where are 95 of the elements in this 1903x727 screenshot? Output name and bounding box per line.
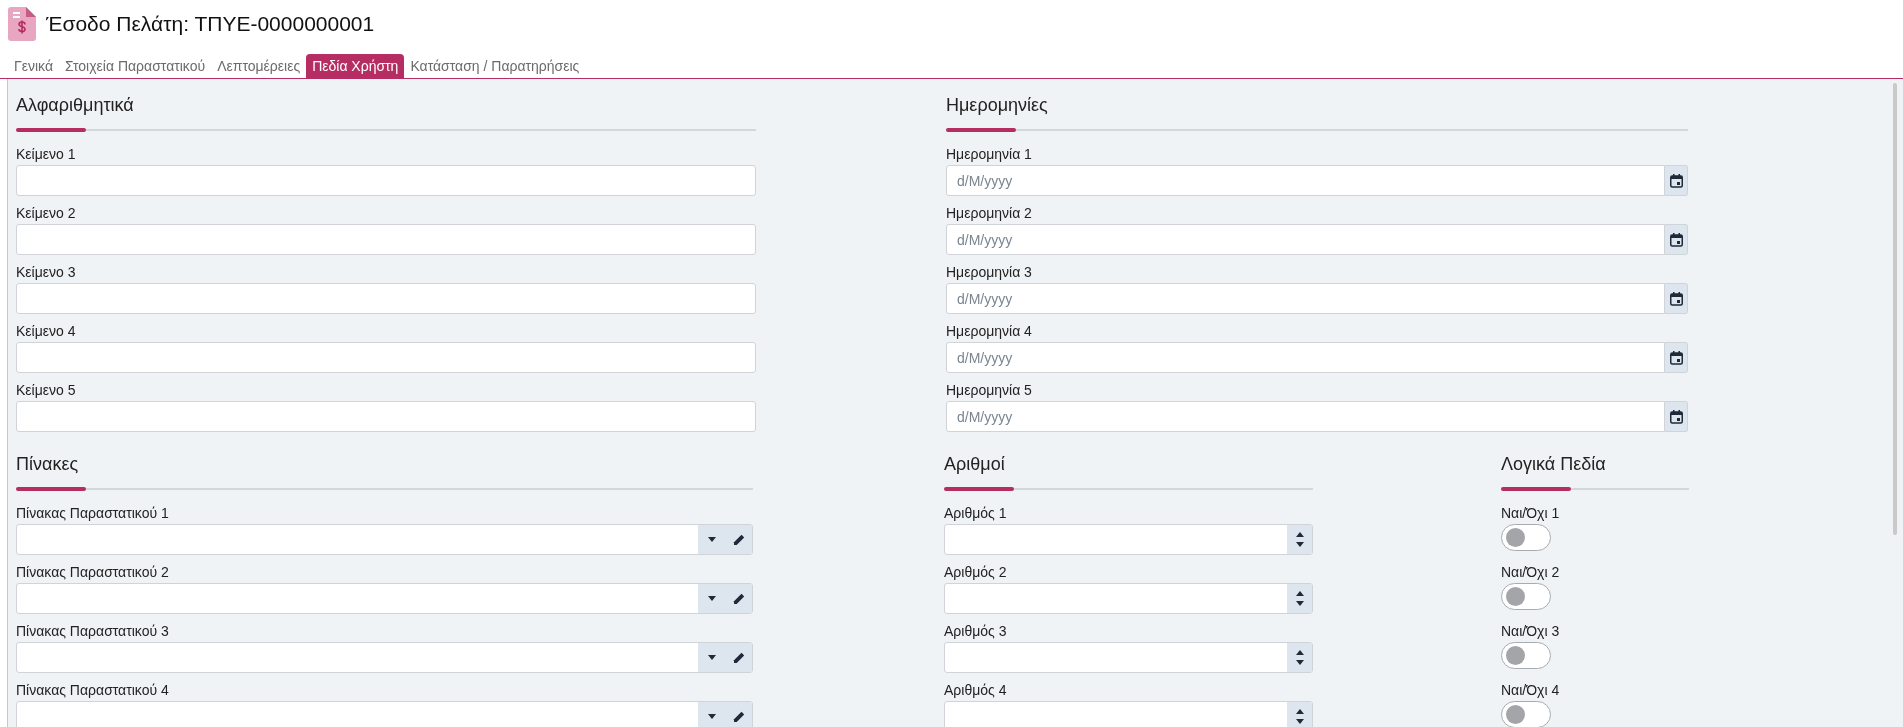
text-field[interactable] — [16, 224, 756, 255]
dropdown-button[interactable] — [698, 643, 725, 672]
tab[interactable]: Στοιχεία Παραστατικού — [59, 54, 212, 78]
field-label: Κείμενο 2 — [16, 204, 77, 223]
field-label: Ημερομηνία 4 — [946, 322, 1033, 341]
caret-icon — [1295, 542, 1304, 547]
tab[interactable]: Κατάσταση / Παρατηρήσεις — [404, 54, 586, 78]
lookup-field[interactable] — [16, 642, 753, 673]
toggle-switch[interactable] — [1501, 524, 1551, 551]
calendar-icon — [1669, 291, 1683, 306]
date-field[interactable]: d/M/yyyy — [946, 224, 1665, 255]
up-arrow-icon — [1295, 709, 1304, 714]
pencil-icon — [732, 533, 745, 546]
up-arrow-icon — [1295, 532, 1304, 537]
calendar-button[interactable] — [1665, 342, 1688, 373]
date-field[interactable]: d/M/yyyy — [946, 165, 1665, 196]
spinner-buttons[interactable] — [1287, 702, 1312, 727]
edit-button[interactable] — [725, 525, 752, 554]
calendar-button[interactable] — [1665, 224, 1688, 255]
calendar-button[interactable] — [1665, 165, 1688, 196]
field-label: Ημερομηνία 5 — [946, 381, 1033, 400]
lookup-field[interactable] — [16, 583, 753, 614]
page-title: Έσοδο Πελάτη: ΤΠΥΕ-0000000001 — [46, 10, 375, 37]
tab[interactable]: Πεδία Χρήστη — [306, 54, 405, 78]
pencil-icon — [732, 592, 745, 605]
text-field[interactable] — [16, 342, 756, 373]
pencil-icon — [732, 710, 745, 723]
field-label: Πίνακας Παραστατικού 2 — [16, 563, 170, 582]
document-dollar-icon — [8, 6, 36, 41]
spinner-buttons[interactable] — [1287, 525, 1312, 554]
edit-button[interactable] — [725, 643, 752, 672]
field-label: Ναι/Όχι 3 — [1501, 622, 1561, 641]
calendar-icon — [1669, 409, 1683, 424]
toggle-switch[interactable] — [1501, 583, 1551, 610]
number-field[interactable] — [944, 701, 1313, 727]
field-label: Αριθμός 4 — [944, 681, 1008, 700]
section-heading: Λογικά Πεδία — [1501, 453, 1607, 476]
number-field[interactable] — [944, 524, 1313, 555]
date-field[interactable]: d/M/yyyy — [946, 342, 1665, 373]
field-label: Κείμενο 4 — [16, 322, 77, 341]
date-field[interactable]: d/M/yyyy — [946, 283, 1665, 314]
field-label: Αριθμός 3 — [944, 622, 1008, 641]
toggle-switch[interactable] — [1501, 701, 1551, 727]
up-arrow-icon — [1295, 650, 1304, 655]
date-field[interactable]: d/M/yyyy — [946, 401, 1665, 432]
field-label: Αριθμός 1 — [944, 504, 1008, 523]
caret-icon — [707, 596, 716, 601]
field-label: Ημερομηνία 1 — [946, 145, 1033, 164]
field-label: Κείμενο 1 — [16, 145, 77, 164]
number-field[interactable] — [944, 642, 1313, 673]
section-heading: Αριθμοί — [944, 453, 1006, 476]
spinner-buttons[interactable] — [1287, 584, 1312, 613]
caret-icon — [707, 655, 716, 660]
caret-icon — [707, 537, 716, 542]
caret-icon — [1295, 601, 1304, 606]
text-field[interactable] — [16, 165, 756, 196]
scrollbar-thumb[interactable] — [1893, 83, 1897, 535]
section-heading: Ημερομηνίες — [946, 94, 1049, 117]
dropdown-button[interactable] — [698, 584, 725, 613]
dropdown-button[interactable] — [698, 525, 725, 554]
field-label: Αριθμός 2 — [944, 563, 1008, 582]
calendar-button[interactable] — [1665, 401, 1688, 432]
dropdown-button[interactable] — [698, 702, 725, 727]
edit-button[interactable] — [725, 584, 752, 613]
lookup-field[interactable] — [16, 524, 753, 555]
field-label: Ναι/Όχι 2 — [1501, 563, 1561, 582]
field-label: Κείμενο 3 — [16, 263, 77, 282]
field-label: Ημερομηνία 3 — [946, 263, 1033, 282]
calendar-button[interactable] — [1665, 283, 1688, 314]
field-label: Ναι/Όχι 1 — [1501, 504, 1561, 523]
field-label: Πίνακας Παραστατικού 1 — [16, 504, 170, 523]
number-field[interactable] — [944, 583, 1313, 614]
spinner-buttons[interactable] — [1287, 643, 1312, 672]
calendar-icon — [1669, 173, 1683, 188]
field-label: Κείμενο 5 — [16, 381, 77, 400]
calendar-icon — [1669, 350, 1683, 365]
edit-button[interactable] — [725, 702, 752, 727]
calendar-icon — [1669, 232, 1683, 247]
toggle-switch[interactable] — [1501, 642, 1551, 669]
tab[interactable]: Λεπτομέρειες — [211, 54, 307, 78]
field-label: Πίνακας Παραστατικού 3 — [16, 622, 170, 641]
caret-icon — [707, 714, 716, 719]
text-field[interactable] — [16, 401, 756, 432]
pencil-icon — [732, 651, 745, 664]
field-label: Ημερομηνία 2 — [946, 204, 1033, 223]
tab[interactable]: Γενικά — [8, 54, 59, 78]
caret-icon — [1295, 719, 1304, 724]
section-heading: Πίνακες — [16, 453, 80, 476]
field-label: Ναι/Όχι 4 — [1501, 681, 1561, 700]
text-field[interactable] — [16, 283, 756, 314]
lookup-field[interactable] — [16, 701, 753, 727]
up-arrow-icon — [1295, 591, 1304, 596]
field-label: Πίνακας Παραστατικού 4 — [16, 681, 170, 700]
caret-icon — [1295, 660, 1304, 665]
section-heading: Αλφαριθμητικά — [16, 94, 135, 117]
